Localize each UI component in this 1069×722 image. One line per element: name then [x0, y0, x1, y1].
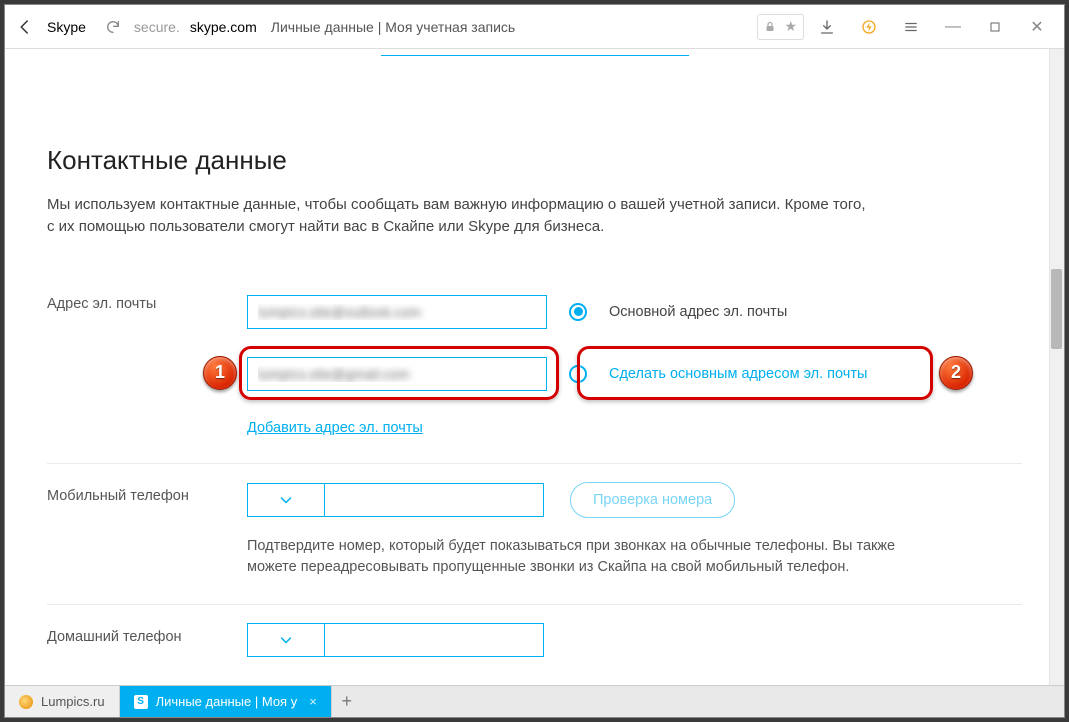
maximize-icon	[989, 21, 1001, 33]
tab-lumpics[interactable]: Lumpics.ru	[5, 686, 120, 717]
scrollbar-thumb[interactable]	[1051, 269, 1062, 349]
row-email: Адрес эл. почты Основной адрес эл. почты…	[47, 272, 1022, 464]
download-icon	[819, 19, 835, 35]
back-button[interactable]	[13, 15, 37, 39]
country-code-dropdown[interactable]	[247, 483, 325, 517]
tab-close-icon[interactable]: ×	[309, 694, 317, 709]
email-secondary-line: 1 2 Сделать основным адресом эл. почты	[247, 352, 1022, 396]
top-separator	[5, 55, 1064, 56]
home-phone-input[interactable]	[324, 623, 544, 657]
annotation-bubble-2: 2	[939, 356, 973, 390]
annotation-bubble-1: 1	[203, 356, 237, 390]
window-maximize[interactable]	[976, 8, 1014, 46]
arrow-left-icon	[16, 18, 34, 36]
section-title: Контактные данные	[47, 145, 1022, 176]
site-security-indicator[interactable]: ★	[757, 14, 804, 40]
home-country-code-dropdown[interactable]	[247, 623, 325, 657]
browser-titlebar: Skype secure. skype.com Личные данные | М…	[5, 5, 1064, 49]
extension-button[interactable]	[850, 8, 888, 46]
row-home-phone: Домашний телефон	[47, 605, 1022, 657]
url-host-prefix[interactable]: secure.	[134, 19, 180, 35]
downloads-button[interactable]	[808, 8, 846, 46]
browser-tabbar: Lumpics.ru S Личные данные | Моя у × +	[5, 685, 1064, 717]
email-primary-input[interactable]	[247, 295, 547, 329]
section-description: Мы используем контактные данные, чтобы с…	[47, 194, 867, 238]
menu-button[interactable]	[892, 8, 930, 46]
window-minimize[interactable]: —	[934, 8, 972, 46]
close-icon: ✕	[1030, 17, 1043, 37]
radio-make-primary[interactable]	[569, 365, 587, 383]
reload-button[interactable]	[102, 16, 124, 38]
site-label: Skype	[41, 19, 92, 35]
bolt-icon	[861, 19, 877, 35]
reload-icon	[105, 19, 121, 35]
add-email-link[interactable]: Добавить адрес эл. почты	[247, 420, 423, 436]
label-mobile: Мобильный телефон	[47, 482, 247, 504]
scrollbar[interactable]	[1049, 49, 1064, 717]
tab-label: Личные данные | Моя у	[156, 694, 298, 709]
verify-number-button[interactable]: Проверка номера	[570, 482, 735, 518]
url-host[interactable]: skype.com	[190, 19, 257, 35]
radio-make-primary-label[interactable]: Сделать основным адресом эл. почты	[609, 366, 867, 382]
favicon-lumpics	[19, 695, 33, 709]
radio-primary-email[interactable]	[569, 303, 587, 321]
chevron-down-icon	[280, 636, 292, 644]
tab-skype-account[interactable]: S Личные данные | Моя у ×	[120, 686, 332, 717]
minimize-icon: —	[945, 18, 961, 36]
email-primary-line: Основной адрес эл. почты	[247, 290, 1022, 334]
new-tab-button[interactable]: +	[332, 686, 362, 717]
email-secondary-input[interactable]	[247, 357, 547, 391]
star-icon: ★	[784, 18, 797, 35]
mobile-note: Подтвердите номер, который будет показыв…	[247, 536, 947, 578]
tab-label: Lumpics.ru	[41, 694, 105, 709]
lock-icon	[764, 20, 776, 34]
chevron-down-icon	[280, 496, 292, 504]
page-content: Контактные данные Мы используем контактн…	[5, 49, 1064, 717]
label-email: Адрес эл. почты	[47, 290, 247, 312]
hamburger-icon	[903, 20, 919, 34]
mobile-phone-input[interactable]	[324, 483, 544, 517]
page-title-in-bar: Личные данные | Моя учетная запись	[271, 19, 515, 35]
label-home-phone: Домашний телефон	[47, 623, 247, 645]
row-mobile: Мобильный телефон Проверка номера Под	[47, 464, 1022, 605]
window-close[interactable]: ✕	[1018, 8, 1056, 46]
favicon-skype: S	[134, 695, 148, 709]
radio-primary-email-label: Основной адрес эл. почты	[609, 304, 787, 320]
